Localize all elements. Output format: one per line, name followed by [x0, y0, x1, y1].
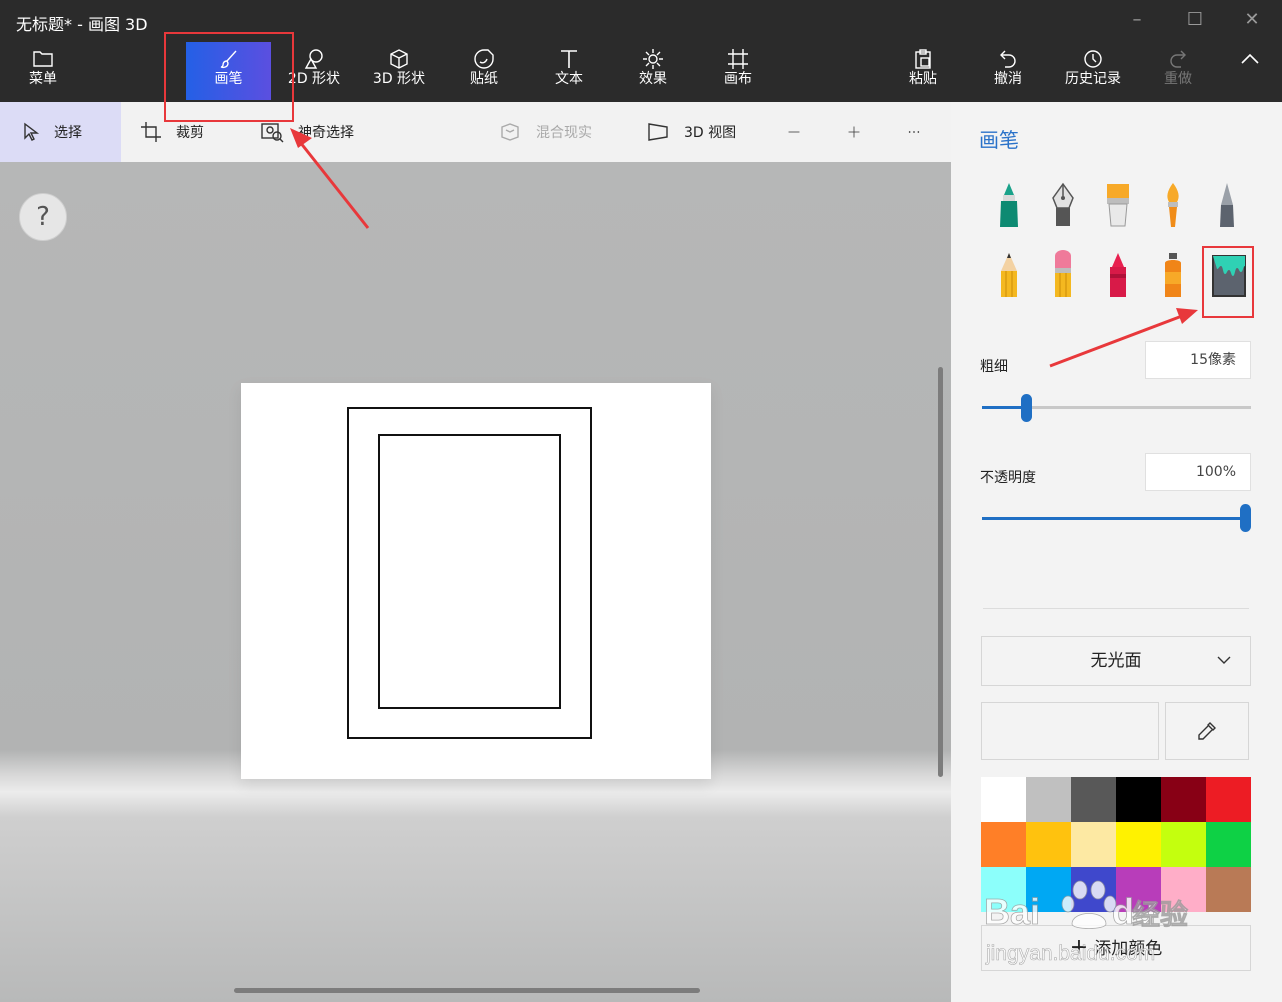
- annotation-arrows: [290, 128, 1198, 368]
- baidu-watermark: Bai du 经验 jingyan.baidu.com: [982, 880, 1222, 970]
- svg-text:Bai: Bai: [984, 891, 1040, 932]
- svg-text:经验: 经验: [1132, 898, 1188, 931]
- svg-text:jingyan.baidu.com: jingyan.baidu.com: [985, 942, 1155, 965]
